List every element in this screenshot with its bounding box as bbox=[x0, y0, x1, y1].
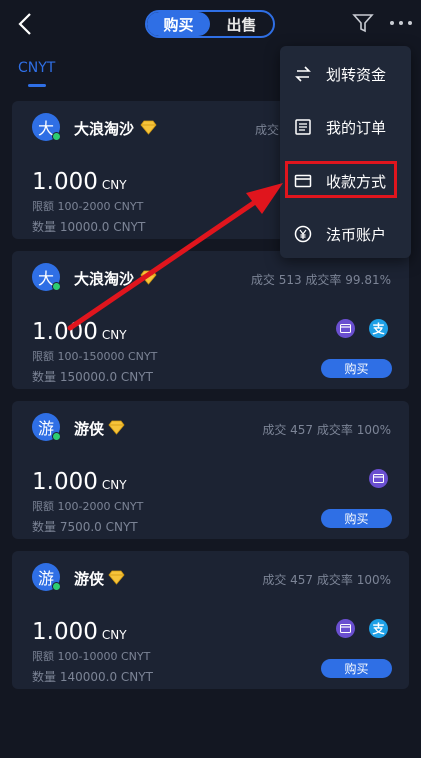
ad-card[interactable]: 游 游侠 成交 457 成交率 100% 1.000 CNY 支 限额 100-1… bbox=[12, 551, 409, 689]
quantity-text: 数量 7500.0 CNYT bbox=[32, 520, 138, 534]
price-unit: CNY bbox=[101, 478, 127, 492]
diamond-icon bbox=[140, 270, 157, 285]
orders-icon bbox=[295, 119, 311, 135]
menu-item-orders[interactable]: 我的订单 bbox=[280, 107, 411, 147]
avatar: 游 bbox=[32, 413, 61, 441]
tab-cnyt[interactable]: CNYT bbox=[18, 60, 55, 76]
menu-item-label: 我的订单 bbox=[326, 118, 387, 137]
yuan-icon bbox=[294, 225, 312, 243]
price-value: 1.000 bbox=[32, 619, 98, 645]
avatar: 大 bbox=[32, 113, 61, 141]
price-value: 1.000 bbox=[32, 169, 98, 195]
merchant-name[interactable]: 大浪淘沙 bbox=[74, 268, 134, 289]
diamond-icon bbox=[140, 120, 157, 135]
price-unit: CNY bbox=[101, 628, 127, 642]
online-dot bbox=[52, 582, 61, 591]
price: 1.000 CNY bbox=[32, 619, 127, 645]
back-arrow-icon[interactable] bbox=[14, 10, 38, 38]
ad-card[interactable]: 大 大浪淘沙 成交 513 成交率 99.81% 1.000 CNY 支 限额 1… bbox=[12, 251, 409, 389]
ad-card[interactable]: 游 游侠 成交 457 成交率 100% 1.000 CNY 限额 100-200… bbox=[12, 401, 409, 539]
buy-button[interactable]: 购买 bbox=[321, 659, 392, 678]
menu-item-label: 法币账户 bbox=[326, 225, 387, 244]
diamond-icon bbox=[108, 420, 125, 435]
quantity-text: 数量 140000.0 CNYT bbox=[32, 670, 153, 684]
price: 1.000 CNY bbox=[32, 319, 127, 345]
quantity-text: 数量 10000.0 CNYT bbox=[32, 220, 146, 234]
top-bar: 购买 出售 bbox=[0, 0, 421, 50]
trade-stats: 成交 513 成交率 99.81% bbox=[250, 273, 391, 287]
price: 1.000 CNY bbox=[32, 469, 127, 495]
merchant-name[interactable]: 大浪淘沙 bbox=[74, 118, 134, 139]
highlight-box bbox=[285, 161, 397, 198]
buy-button[interactable]: 购买 bbox=[321, 509, 392, 528]
price-unit: CNY bbox=[101, 178, 127, 192]
bank-card-icon bbox=[369, 469, 388, 488]
price: 1.000 CNY bbox=[32, 169, 127, 195]
price-value: 1.000 bbox=[32, 319, 98, 345]
avatar: 游 bbox=[32, 563, 61, 591]
filter-icon[interactable] bbox=[352, 12, 374, 34]
tab-cnyt-underline bbox=[28, 84, 46, 87]
merchant-name[interactable]: 游侠 bbox=[74, 418, 104, 439]
price-value: 1.000 bbox=[32, 469, 98, 495]
trade-stats: 成交 457 成交率 100% bbox=[262, 423, 391, 437]
menu-item-fiat-account[interactable]: 法币账户 bbox=[280, 214, 411, 254]
more-options-menu: 划转资金 我的订单 收款方式 法币账户 bbox=[280, 46, 411, 258]
menu-item-label: 划转资金 bbox=[326, 65, 387, 84]
bank-card-icon bbox=[336, 619, 355, 638]
avatar: 大 bbox=[32, 263, 61, 291]
tab-sell[interactable]: 出售 bbox=[210, 12, 273, 36]
bank-card-icon bbox=[336, 319, 355, 338]
alipay-icon: 支 bbox=[369, 619, 388, 638]
trade-stats: 成交 457 成交率 100% bbox=[262, 573, 391, 587]
more-options-icon[interactable] bbox=[388, 12, 414, 34]
trade-stats: 成交 bbox=[255, 123, 280, 137]
buy-sell-toggle: 购买 出售 bbox=[145, 10, 275, 38]
transfer-icon bbox=[295, 66, 311, 82]
limit-text: 限额 100-150000 CNYT bbox=[32, 350, 158, 363]
menu-item-transfer[interactable]: 划转资金 bbox=[280, 54, 411, 94]
online-dot bbox=[52, 132, 61, 141]
buy-button[interactable]: 购买 bbox=[321, 359, 392, 378]
limit-text: 限额 100-2000 CNYT bbox=[32, 500, 144, 513]
alipay-icon: 支 bbox=[369, 319, 388, 338]
online-dot bbox=[52, 432, 61, 441]
limit-text: 限额 100-10000 CNYT bbox=[32, 650, 151, 663]
tab-buy[interactable]: 购买 bbox=[147, 12, 210, 36]
quantity-text: 数量 150000.0 CNYT bbox=[32, 370, 153, 384]
online-dot bbox=[52, 282, 61, 291]
limit-text: 限额 100-2000 CNYT bbox=[32, 200, 144, 213]
diamond-icon bbox=[108, 570, 125, 585]
merchant-name[interactable]: 游侠 bbox=[74, 568, 104, 589]
price-unit: CNY bbox=[101, 328, 127, 342]
